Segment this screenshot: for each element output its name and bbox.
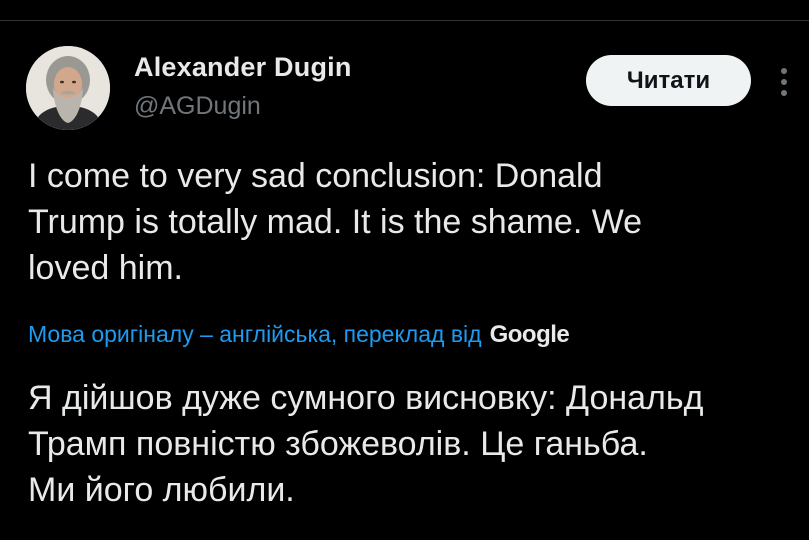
author-display-name[interactable]: Alexander Dugin [134,52,352,83]
tweet-text-line: Trump is totally mad. It is the shame. W… [28,203,643,241]
tweet-text-line: loved him. [28,249,183,287]
translation-attribution: Мова оригіналу – англійська, переклад ві… [28,321,570,357]
translation-link[interactable]: Мова оригіналу – англійська, переклад ві… [28,321,482,348]
follow-button[interactable]: Читати [586,55,751,106]
avatar[interactable] [26,46,110,130]
translated-text-line: Трамп повністю збожеволів. Це ганьба. [28,425,648,463]
more-vertical-icon[interactable] [772,66,796,98]
google-logo: Google [489,321,570,348]
translated-text-line: Ми його любили. [28,471,295,509]
tweet-text-line: I come to very sad conclusion: Donald [28,157,603,195]
translated-text-line: Я дійшов дуже сумного висновку: Дональд [28,379,704,417]
top-divider [0,20,809,21]
author-handle[interactable]: @AGDugin [134,92,261,121]
avatar-portrait-icon [26,46,110,130]
tweet-text: I come to very sad conclusion: Donald Tr… [28,153,788,291]
translated-text: Я дійшов дуже сумного висновку: Дональд … [28,375,808,513]
